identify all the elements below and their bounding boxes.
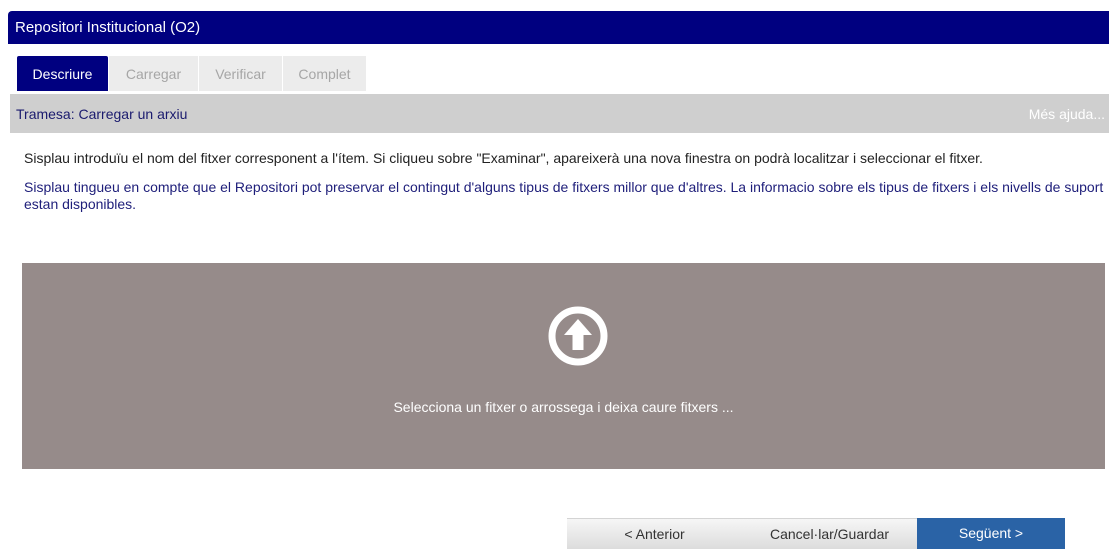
navigation-buttons: < Anterior Cancel·lar/Guardar Següent >	[567, 518, 1065, 549]
more-help-link[interactable]: Més ajuda...	[1029, 94, 1105, 133]
instruction-text: Sisplau introduïu el nom del fitxer corr…	[24, 150, 983, 166]
section-header: Tramesa: Carregar un arxiu Més ajuda...	[10, 94, 1109, 133]
page-title: Repositori Institucional (O2)	[8, 11, 1109, 44]
submission-page: Repositori Institucional (O2) Descriure …	[0, 0, 1109, 549]
drop-zone-label: Selecciona un fitxer o arrossega i deixa…	[393, 399, 734, 415]
file-drop-zone[interactable]: Selecciona un fitxer o arrossega i deixa…	[22, 263, 1105, 469]
next-button[interactable]: Següent >	[917, 518, 1065, 549]
file-types-notice: Sisplau tingueu en compte que el Reposit…	[24, 179, 1104, 212]
tab-descriure[interactable]: Descriure	[17, 56, 108, 91]
step-tabs: Descriure Carregar Verificar Complet	[17, 56, 366, 91]
section-title: Tramesa: Carregar un arxiu	[16, 106, 188, 122]
tab-carregar[interactable]: Carregar	[108, 56, 198, 91]
previous-button[interactable]: < Anterior	[567, 518, 742, 549]
tab-verificar[interactable]: Verificar	[198, 56, 282, 91]
tab-complet[interactable]: Complet	[282, 56, 366, 91]
upload-arrow-icon	[548, 306, 608, 366]
cancel-save-button[interactable]: Cancel·lar/Guardar	[742, 518, 917, 549]
